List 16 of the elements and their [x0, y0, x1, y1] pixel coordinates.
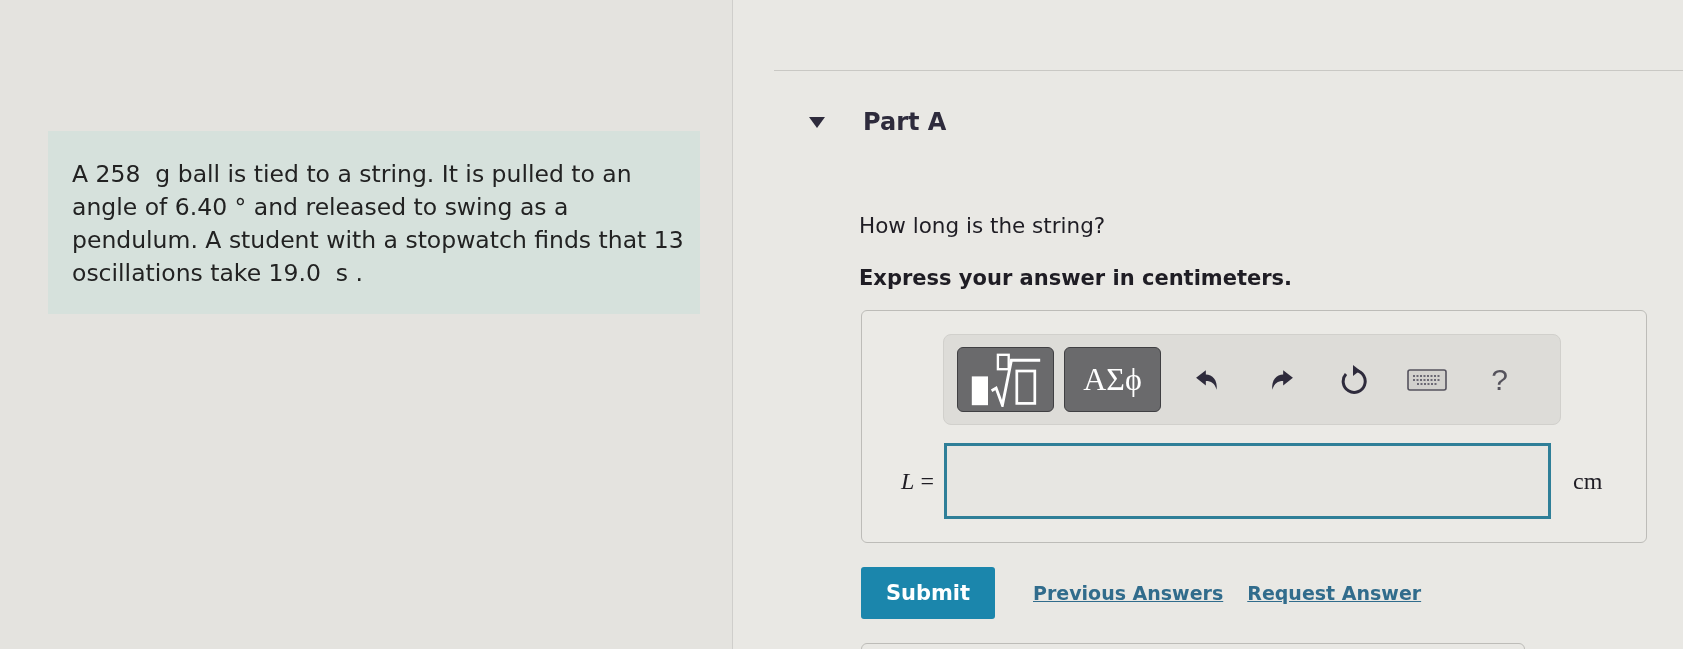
instruction-text: Express your answer in centimeters. [859, 265, 1294, 292]
question-text: How long is the string? [859, 212, 1107, 240]
submit-button[interactable]: Submit [861, 567, 995, 619]
part-title[interactable]: Part A [863, 108, 947, 136]
caret-icon[interactable] [809, 116, 825, 128]
answer-input[interactable] [944, 443, 1551, 519]
keyboard-icon[interactable] [1406, 368, 1447, 391]
help-button[interactable]: ? [1491, 362, 1508, 397]
symbols-button[interactable]: ΑΣϕ [1064, 347, 1161, 412]
problem-text: A 258 g ball is tied to a string. It is pulled to an angle of 6.40 ° and released to swing as a pendulum. A student with a stopwatch finds that 13 oscillations take 19.0 s . [72, 159, 685, 289]
answer-link[interactable]: Previous Answers [1033, 582, 1224, 604]
circular-arrow-icon[interactable] [1339, 364, 1368, 395]
templates-button[interactable] [957, 347, 1054, 412]
answer-link[interactable]: Request Answer [1247, 582, 1422, 604]
unit-label: cm [1573, 467, 1603, 495]
variable-label: L = [900, 467, 935, 495]
